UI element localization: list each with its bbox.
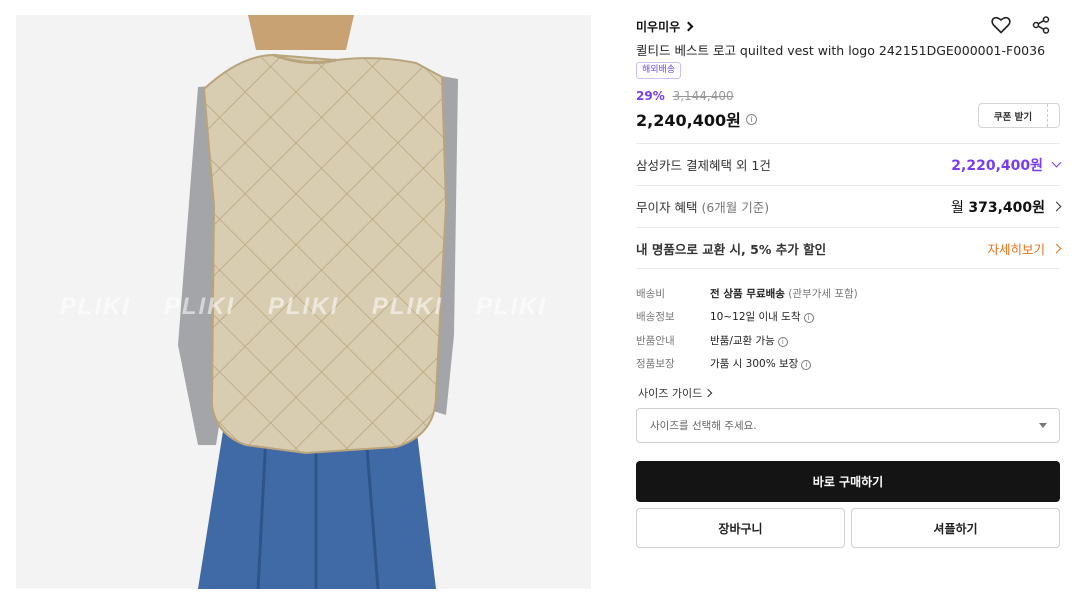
installment-amount: 월 373,400원 <box>951 197 1045 217</box>
watermark-text: PLIKI <box>371 293 444 320</box>
watermark-text: PLIKI <box>475 293 548 320</box>
info-key: 정품보장 <box>636 358 675 371</box>
installment-sub: (6개월 기준) <box>701 200 770 215</box>
info-key: 반품안내 <box>636 334 675 347</box>
buy-now-button[interactable]: 바로 구매하기 <box>636 461 1060 502</box>
product-info-panel: 미우미우 퀼티드 베스트 로고 quilted vest with logo 2… <box>636 12 1062 592</box>
watermark: PLIKI PLIKI PLIKI PLIKI PLIKI <box>16 293 591 321</box>
installment-label: 무이자 혜택 (6개월 기준) <box>636 197 769 216</box>
size-guide-label: 사이즈 가이드 <box>638 387 703 400</box>
size-select-placeholder: 사이즈를 선택해 주세요. <box>650 420 757 432</box>
info-key: 배송비 <box>636 288 665 301</box>
info-icon[interactable]: i <box>803 313 814 324</box>
exchange-label: 내 명품으로 교환 시, 5% 추가 할인 <box>636 242 827 257</box>
discount-rate: 29% <box>636 89 665 103</box>
watermark-text: PLIKI <box>267 293 340 320</box>
chevron-down-icon <box>1051 157 1062 168</box>
info-value: 10~12일 이내 도착 <box>710 311 801 324</box>
exchange-detail-link[interactable]: 자세히보기 <box>987 239 1045 258</box>
installment-row[interactable]: 무이자 혜택 (6개월 기준) 월 373,400원 <box>636 185 1062 227</box>
info-icon[interactable]: i <box>745 113 757 125</box>
shuffle-button[interactable]: 셔플하기 <box>851 508 1060 548</box>
info-return: 반품안내 반품/교환 가능 i <box>636 329 858 352</box>
heart-icon[interactable] <box>990 14 1012 36</box>
chevron-right-icon <box>1051 243 1062 254</box>
size-select[interactable]: 사이즈를 선택해 주세요. <box>636 408 1060 443</box>
brand-name[interactable]: 미우미우 <box>636 18 680 35</box>
add-to-cart-button[interactable]: 장바구니 <box>636 508 845 548</box>
brand-link[interactable]: 미우미우 <box>636 16 694 36</box>
size-guide-link[interactable]: 사이즈 가이드 <box>638 385 713 401</box>
divider <box>636 268 1060 269</box>
product-image[interactable]: PLIKI PLIKI PLIKI PLIKI PLIKI <box>16 15 591 589</box>
info-value: (관부가세 포함) <box>788 288 858 301</box>
price-row: 2,240,400원 i <box>636 107 757 131</box>
info-shipping-fee: 배송비 전 상품 무료배송 (관부가세 포함) <box>636 282 858 305</box>
info-icon[interactable]: i <box>777 336 788 347</box>
chevron-right-icon <box>683 21 694 31</box>
installment-value: 373,400원 <box>968 199 1045 216</box>
info-value: 반품/교환 가능 <box>710 334 775 347</box>
coupon-label: 쿠폰 받기 <box>993 111 1033 123</box>
share-icon[interactable] <box>1030 14 1052 36</box>
overseas-shipping-badge: 해외배송 <box>636 62 682 79</box>
sale-price: 2,240,400원 <box>636 111 741 130</box>
watermark-text: PLIKI <box>59 293 132 320</box>
info-delivery: 배송정보 10~12일 이내 도착 i <box>636 305 858 328</box>
info-value-bold: 전 상품 무료배송 <box>710 288 785 301</box>
coupon-tear-edge <box>1047 104 1059 127</box>
installment-title: 무이자 혜택 <box>636 200 698 215</box>
coupon-button[interactable]: 쿠폰 받기 <box>978 103 1060 128</box>
installment-prefix: 월 <box>951 199 964 216</box>
delivery-info-list: 배송비 전 상품 무료배송 (관부가세 포함) 배송정보 10~12일 이내 도… <box>636 282 858 375</box>
card-benefit-row[interactable]: 삼성카드 결제혜택 외 1건 2,220,400원 <box>636 143 1062 185</box>
exchange-row[interactable]: 내 명품으로 교환 시, 5% 추가 할인 자세히보기 <box>636 227 1062 269</box>
chevron-right-icon <box>1051 201 1062 212</box>
discount-row: 29% 3,144,400 <box>636 89 734 103</box>
card-benefit-price: 2,220,400원 <box>951 157 1043 174</box>
info-value: 가품 시 300% 보장 <box>710 358 799 371</box>
watermark-text: PLIKI <box>163 293 236 320</box>
info-authenticity: 정품보장 가품 시 300% 보장 i <box>636 352 858 375</box>
original-price: 3,144,400 <box>672 89 734 103</box>
action-icons <box>990 14 1052 36</box>
chevron-right-icon <box>703 388 713 398</box>
info-key: 배송정보 <box>636 311 675 324</box>
card-benefit-label: 삼성카드 결제혜택 외 1건 <box>636 158 771 173</box>
product-title: 퀼티드 베스트 로고 quilted vest with logo 242151… <box>636 43 1046 58</box>
caret-down-icon <box>1039 423 1047 428</box>
info-icon[interactable]: i <box>801 360 812 371</box>
